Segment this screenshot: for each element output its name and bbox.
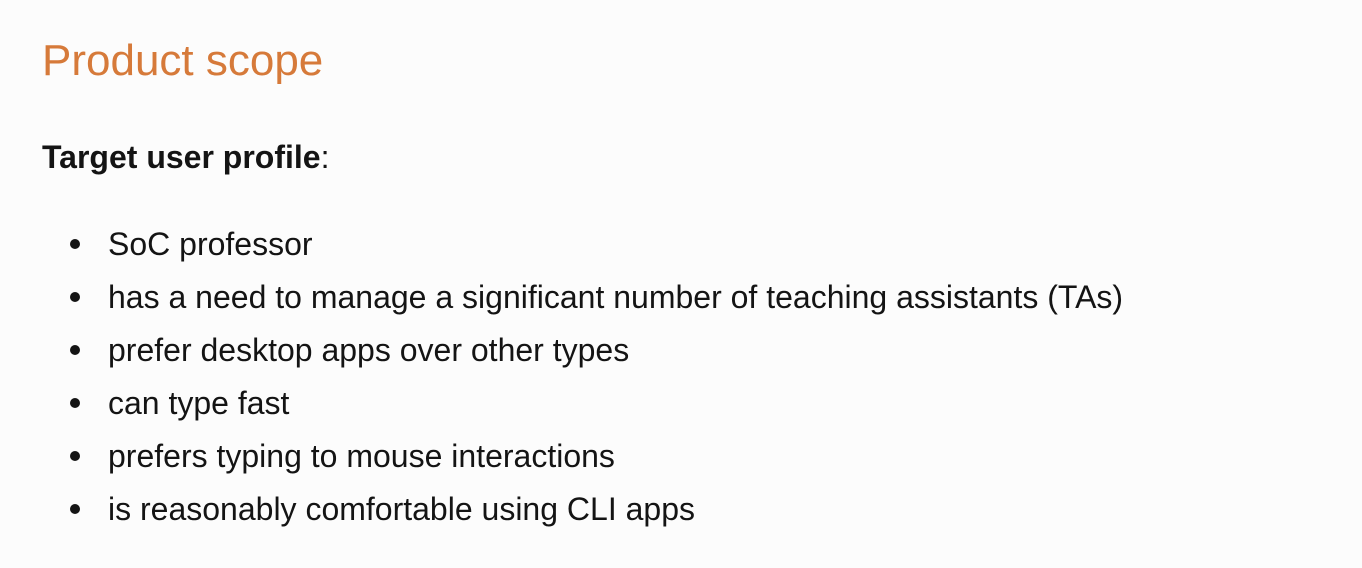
target-user-profile-heading: Target user profile: — [42, 137, 329, 177]
section-heading-product-scope: Product scope — [42, 36, 324, 85]
list-item-text: prefer desktop apps over other types — [108, 332, 630, 368]
list-item-text: can type fast — [108, 385, 290, 421]
bullet-icon — [70, 292, 80, 302]
target-user-profile-list: SoC professor has a need to manage a sig… — [42, 224, 1123, 542]
bullet-icon — [70, 239, 80, 249]
list-item-text: SoC professor — [108, 226, 313, 262]
list-item: is reasonably comfortable using CLI apps — [42, 489, 1123, 542]
list-item: prefers typing to mouse interactions — [42, 436, 1123, 489]
bullet-icon — [70, 345, 80, 355]
list-item: SoC professor — [42, 224, 1123, 277]
list-item: has a need to manage a significant numbe… — [42, 277, 1123, 330]
list-item: can type fast — [42, 383, 1123, 436]
document-page: Product scope Target user profile: SoC p… — [0, 0, 1362, 568]
list-item-text: is reasonably comfortable using CLI apps — [108, 491, 695, 527]
bullet-icon — [70, 451, 80, 461]
bullet-icon — [70, 504, 80, 514]
list-item-text: has a need to manage a significant numbe… — [108, 279, 1124, 315]
list-item-text: prefers typing to mouse interactions — [108, 438, 615, 474]
bullet-icon — [70, 398, 80, 408]
list-item: prefer desktop apps over other types — [42, 330, 1123, 383]
heading-colon: : — [320, 139, 330, 175]
target-user-profile-label: Target user profile — [42, 139, 321, 175]
